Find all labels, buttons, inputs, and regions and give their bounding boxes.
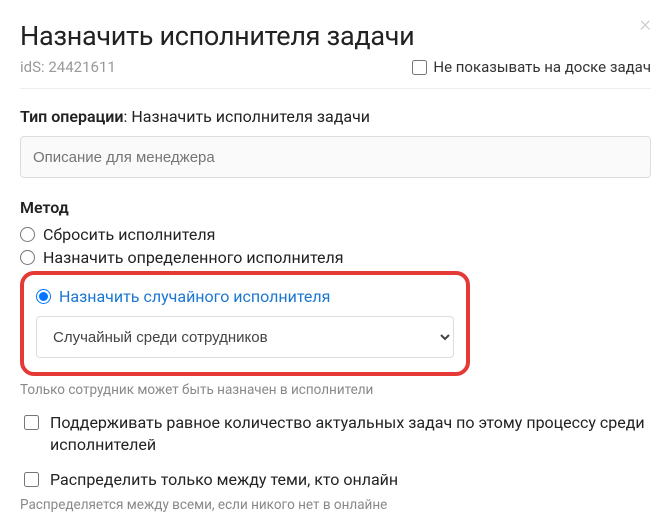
online-only-row[interactable]: Распределить только между теми, кто онла… bbox=[20, 469, 651, 491]
hint-everyone-if-none: Распределяется между всеми, если никого … bbox=[20, 497, 651, 513]
close-icon[interactable]: × bbox=[639, 14, 651, 36]
divider bbox=[20, 88, 651, 89]
dialog-header: Назначить исполнителя задачи × idS: 2442… bbox=[20, 20, 651, 76]
id-label: idS: 24421611 bbox=[20, 58, 116, 76]
hide-on-board-row[interactable]: Не показывать на доске задач bbox=[412, 58, 651, 76]
dialog-subrow: idS: 24421611 Не показывать на доске зад… bbox=[20, 58, 651, 76]
keep-equal-row[interactable]: Поддерживать равное количество актуальны… bbox=[20, 412, 651, 455]
hint-only-employee: Только сотрудник может быть назначен в и… bbox=[20, 382, 651, 398]
method-option-random[interactable]: Назначить случайного исполнителя bbox=[36, 287, 454, 306]
keep-equal-checkbox[interactable] bbox=[24, 415, 39, 430]
hide-on-board-label: Не показывать на доске задач bbox=[433, 58, 651, 76]
online-only-checkbox[interactable] bbox=[24, 472, 39, 487]
method-heading: Метод bbox=[20, 198, 651, 217]
hide-on-board-checkbox[interactable] bbox=[412, 60, 427, 75]
operation-type-label: Тип операции bbox=[20, 107, 124, 126]
operation-type-row: Тип операции: Назначить исполнителя зада… bbox=[20, 107, 651, 126]
method-radio-random-label: Назначить случайного исполнителя bbox=[59, 287, 330, 306]
method-radio-reset-label: Сбросить исполнителя bbox=[43, 225, 215, 244]
operation-type-value: Назначить исполнителя задачи bbox=[131, 107, 370, 126]
description-input[interactable] bbox=[20, 136, 651, 178]
method-radio-random[interactable] bbox=[36, 289, 51, 304]
random-employee-select[interactable]: Случайный среди сотрудников bbox=[36, 316, 454, 358]
keep-equal-label: Поддерживать равное количество актуальны… bbox=[50, 412, 651, 455]
method-option-reset[interactable]: Сбросить исполнителя bbox=[20, 225, 651, 244]
dialog-title: Назначить исполнителя задачи bbox=[20, 20, 651, 52]
online-only-label: Распределить только между теми, кто онла… bbox=[50, 469, 398, 491]
method-radio-specific-label: Назначить определенного исполнителя bbox=[43, 248, 344, 267]
method-option-specific[interactable]: Назначить определенного исполнителя bbox=[20, 248, 651, 267]
method-radio-reset[interactable] bbox=[20, 227, 35, 242]
method-random-highlight: Назначить случайного исполнителя Случайн… bbox=[20, 271, 470, 376]
method-radio-specific[interactable] bbox=[20, 250, 35, 265]
